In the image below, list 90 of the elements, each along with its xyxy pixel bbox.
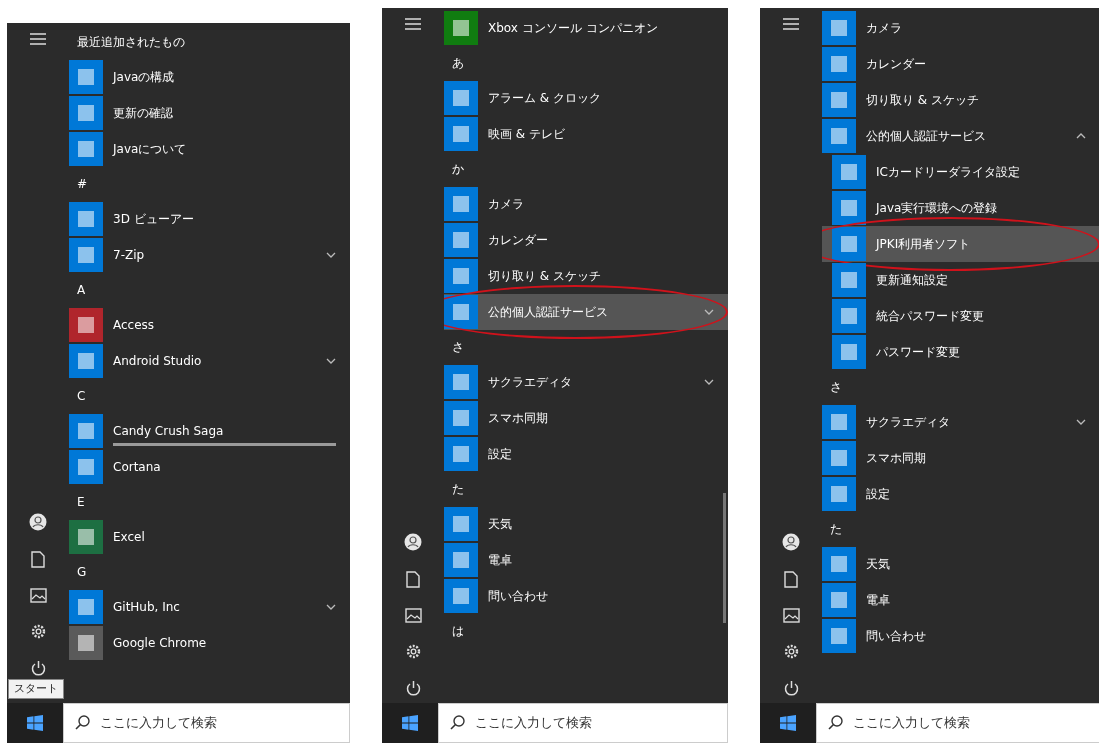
app-list-item[interactable]: Java実行環境への登録	[822, 190, 1099, 226]
app-list-item[interactable]: サクラエディタ	[822, 404, 1099, 440]
search-icon	[75, 715, 90, 730]
app-list-item[interactable]: パスワード変更	[822, 334, 1099, 370]
app-list-item[interactable]: 天気	[444, 506, 728, 542]
menu-icon	[405, 18, 421, 30]
user-icon	[29, 513, 47, 531]
app-list-item[interactable]: カメラ	[444, 186, 728, 222]
app-list-item[interactable]: Javaについて	[69, 131, 350, 167]
section-letter: E	[77, 494, 85, 511]
menu-icon	[30, 33, 46, 45]
windows-logo-icon	[402, 715, 418, 731]
chevron-icon[interactable]	[326, 604, 336, 610]
app-list-item[interactable]: スマホ同期	[444, 400, 728, 436]
app-list-item[interactable]: Android Studio	[69, 343, 350, 379]
app-list-item[interactable]: Excel	[69, 519, 350, 555]
document-icon	[784, 571, 798, 588]
settings-icon	[782, 643, 800, 660]
app-list-item[interactable]: Google Chrome	[69, 625, 350, 661]
menu-icon	[783, 18, 799, 30]
picture-icon	[29, 588, 47, 603]
section-letter: は	[452, 623, 464, 640]
search-field[interactable]: ここに入力して検索	[816, 703, 1099, 743]
app-list-item[interactable]: ICカードリーダライタ設定	[822, 154, 1099, 190]
search-icon	[828, 715, 843, 730]
app-list-item[interactable]: JPKI利用者ソフト	[822, 226, 1099, 262]
app-list-item[interactable]: カレンダー	[444, 222, 728, 258]
app-list-item[interactable]: 更新通知設定	[822, 262, 1099, 298]
app-list-item[interactable]: 3D ビューアー	[69, 201, 350, 237]
section-letter: あ	[452, 55, 464, 72]
app-list-item[interactable]: 切り取り & スケッチ	[444, 258, 728, 294]
app-list-item[interactable]: Cortana	[69, 449, 350, 485]
app-list-item[interactable]: カメラ	[822, 10, 1099, 46]
app-list-item[interactable]: Javaの構成	[69, 59, 350, 95]
app-list-item[interactable]: 公的個人認証サービス	[822, 118, 1099, 154]
windows-logo-icon	[27, 715, 43, 731]
app-list-item[interactable]: 統合パスワード変更	[822, 298, 1099, 334]
app-list-item[interactable]: 映画 & テレビ	[444, 116, 728, 152]
search-field[interactable]: ここに入力して検索	[438, 703, 728, 743]
app-list-item[interactable]: 7-Zip	[69, 237, 350, 273]
picture-icon	[782, 608, 800, 623]
app-list-item[interactable]: Candy Crush Saga	[69, 413, 350, 449]
picture-icon	[404, 608, 422, 623]
power-icon	[404, 680, 422, 697]
app-list-item[interactable]: 設定	[444, 436, 728, 472]
power-icon	[29, 660, 47, 677]
app-list-item[interactable]: 電卓	[444, 542, 728, 578]
chevron-icon[interactable]	[704, 309, 714, 315]
document-icon	[406, 571, 420, 588]
app-list-item[interactable]: 電卓	[822, 582, 1099, 618]
section-letter: さ	[452, 339, 464, 356]
section-letter: さ	[830, 379, 842, 396]
section-letter: G	[77, 564, 87, 581]
chevron-icon[interactable]	[326, 358, 336, 364]
chevron-icon[interactable]	[326, 252, 336, 258]
user-icon	[404, 533, 422, 551]
chevron-icon[interactable]	[704, 379, 714, 385]
app-list-item[interactable]: スマホ同期	[822, 440, 1099, 476]
app-list-item[interactable]: サクラエディタ	[444, 364, 728, 400]
app-list-item[interactable]: 問い合わせ	[444, 578, 728, 614]
section-letter: A	[77, 282, 86, 299]
app-list-item[interactable]: 公的個人認証サービス	[444, 294, 728, 330]
settings-icon	[29, 623, 47, 640]
app-list-item[interactable]: 問い合わせ	[822, 618, 1099, 654]
scrollbar[interactable]	[723, 493, 726, 623]
section-letter: 最近追加されたもの	[77, 34, 185, 51]
app-list-item[interactable]: カレンダー	[822, 46, 1099, 82]
section-letter: か	[452, 161, 464, 178]
chevron-icon[interactable]	[1076, 133, 1086, 139]
windows-logo-icon	[780, 715, 796, 731]
app-list-item[interactable]: 更新の確認	[69, 95, 350, 131]
section-letter: C	[77, 388, 86, 405]
power-icon	[782, 680, 800, 697]
section-letter: た	[452, 481, 464, 498]
user-icon	[782, 533, 800, 551]
app-list-item[interactable]: 切り取り & スケッチ	[822, 82, 1099, 118]
chevron-icon[interactable]	[1076, 419, 1086, 425]
search-icon	[450, 715, 465, 730]
app-list-item[interactable]: Xbox コンソール コンパニオン	[444, 10, 728, 46]
search-field[interactable]: ここに入力して検索	[63, 703, 350, 743]
tooltip: スタート	[8, 678, 64, 699]
document-icon	[31, 551, 45, 568]
app-list-item[interactable]: 設定	[822, 476, 1099, 512]
section-letter: た	[830, 521, 842, 538]
app-list-item[interactable]: Access	[69, 307, 350, 343]
app-list-item[interactable]: 天気	[822, 546, 1099, 582]
app-list-item[interactable]: GitHub, Inc	[69, 589, 350, 625]
app-list-item[interactable]: アラーム & クロック	[444, 80, 728, 116]
settings-icon	[404, 643, 422, 660]
section-letter: #	[77, 176, 88, 193]
